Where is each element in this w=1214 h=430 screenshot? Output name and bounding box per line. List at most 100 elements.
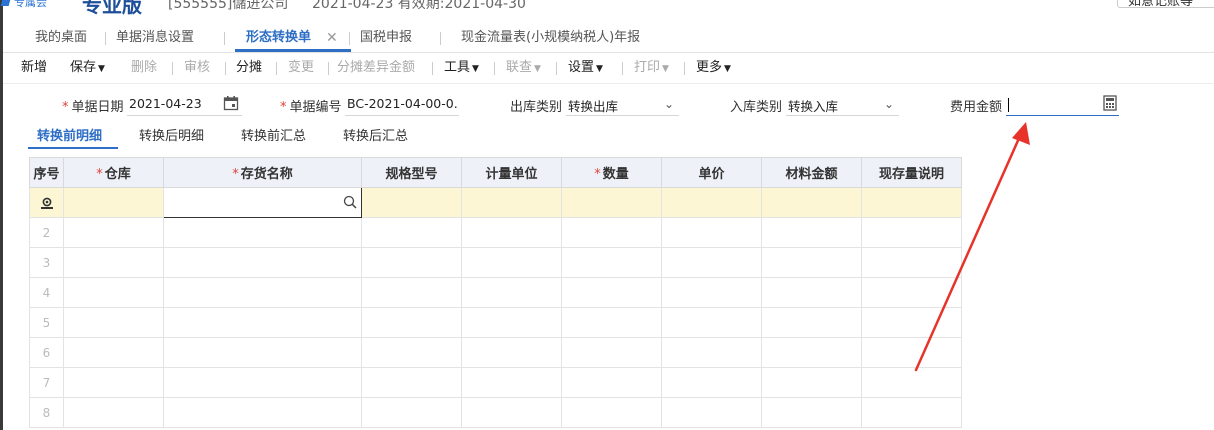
grid-cell[interactable] [63,337,164,368]
grid-cell[interactable] [661,307,762,338]
grid-cell[interactable] [761,247,862,278]
table-row[interactable]: 3 [29,247,962,278]
grid-cell[interactable] [461,217,562,248]
grid-cell[interactable] [63,277,164,308]
grid-cell[interactable] [561,307,662,338]
grid-cell[interactable] [761,217,862,248]
unit-cell[interactable] [461,187,562,218]
grid-cell[interactable] [63,367,164,398]
grid-cell[interactable] [361,277,462,308]
grid-cell[interactable] [461,367,562,398]
warehouse-cell[interactable] [63,187,164,218]
settings-menu[interactable]: 设置 ▼ [568,56,603,80]
grid-cell[interactable] [361,247,462,278]
grid-cell[interactable] [461,277,562,308]
subtab-after-summary[interactable]: 转换后汇总 [343,125,408,145]
grid-cell[interactable] [361,367,462,398]
chevron-down-icon[interactable]: ⌄ [664,97,674,111]
grid-cell[interactable] [661,397,762,428]
grid-cell[interactable] [163,337,362,368]
tab-tax-declaration[interactable]: 国税申报 [360,24,412,52]
subtab-after-detail[interactable]: 转换后明细 [139,125,204,145]
tab-form-conversion[interactable]: 形态转换单 [246,24,311,52]
table-row[interactable]: 8 [29,397,962,428]
alloc-diff-button[interactable]: 分摊差异金额 [337,56,415,80]
grid-cell[interactable] [861,337,962,368]
grid-cell[interactable] [861,247,962,278]
query-menu[interactable]: 联查 ▼ [506,56,541,80]
inventory-name-cell[interactable] [163,187,362,218]
tab-cashflow-report[interactable]: 现金流量表(小规模纳税人)年报 [461,24,640,52]
delete-button[interactable]: 删除 [131,56,157,80]
more-menu[interactable]: 更多 ▼ [696,56,731,80]
new-button[interactable]: 新增 [21,56,47,80]
audit-button[interactable]: 审核 [184,56,210,80]
table-row[interactable]: 7 [29,367,962,398]
print-menu[interactable]: 打印 ▼ [634,56,669,80]
grid-cell[interactable] [361,307,462,338]
grid-cell[interactable] [861,367,962,398]
subtab-before-detail[interactable]: 转换前明细 [37,125,102,145]
tools-menu[interactable]: 工具 ▼ [444,56,479,80]
material-amount-cell[interactable] [761,187,862,218]
calendar-icon[interactable] [223,95,239,111]
row-edit-icon[interactable] [40,196,54,210]
grid-cell[interactable] [163,367,362,398]
header-right-button[interactable]: 如意记账等 [1117,0,1214,9]
quantity-cell[interactable] [561,187,662,218]
grid-cell[interactable] [661,217,762,248]
table-row[interactable]: 6 [29,337,962,368]
grid-cell[interactable] [561,337,662,368]
grid-cell[interactable] [163,307,362,338]
subtab-before-summary[interactable]: 转换前汇总 [241,125,306,145]
grid-cell[interactable] [861,397,962,428]
grid-cell[interactable] [861,307,962,338]
grid-cell[interactable] [761,307,862,338]
grid-cell[interactable] [163,277,362,308]
table-row[interactable] [29,187,962,218]
grid-cell[interactable] [861,277,962,308]
spec-cell[interactable] [361,187,462,218]
grid-cell[interactable] [461,397,562,428]
tab-close-icon[interactable]: ✕ [326,24,338,52]
out-type-select[interactable]: 转换出库 [566,96,679,116]
grid-cell[interactable] [63,307,164,338]
calculator-icon[interactable] [1102,95,1118,111]
tab-desktop[interactable]: 我的桌面 [35,24,87,52]
grid-cell[interactable] [163,217,362,248]
row-index-cell[interactable] [29,187,64,218]
stock-note-cell[interactable] [861,187,962,218]
grid-cell[interactable] [63,217,164,248]
grid-cell[interactable] [561,247,662,278]
grid-cell[interactable] [661,277,762,308]
grid-cell[interactable] [861,217,962,248]
grid-cell[interactable] [461,247,562,278]
grid-cell[interactable] [761,367,862,398]
grid-cell[interactable] [561,397,662,428]
table-row[interactable]: 5 [29,307,962,338]
grid-cell[interactable] [361,337,462,368]
grid-cell[interactable] [63,247,164,278]
grid-cell[interactable] [761,337,862,368]
grid-cell[interactable] [561,217,662,248]
change-button[interactable]: 变更 [288,56,314,80]
tab-message-settings[interactable]: 单据消息设置 [116,24,194,52]
table-row[interactable]: 2 [29,217,962,248]
grid-cell[interactable] [561,277,662,308]
grid-cell[interactable] [761,277,862,308]
allocate-button[interactable]: 分摊 [236,56,262,80]
grid-cell[interactable] [361,397,462,428]
grid-cell[interactable] [63,397,164,428]
grid-cell[interactable] [461,307,562,338]
table-row[interactable]: 4 [29,277,962,308]
grid-cell[interactable] [163,397,362,428]
grid-cell[interactable] [163,247,362,278]
code-field[interactable]: BC-2021-04-00-0... [345,96,459,116]
grid-cell[interactable] [661,247,762,278]
grid-cell[interactable] [361,217,462,248]
save-button[interactable]: 保存 ▼ [70,56,105,80]
price-cell[interactable] [661,187,762,218]
grid-cell[interactable] [461,337,562,368]
chevron-down-icon[interactable]: ⌄ [884,97,894,111]
in-type-select[interactable]: 转换入库 [786,96,899,116]
